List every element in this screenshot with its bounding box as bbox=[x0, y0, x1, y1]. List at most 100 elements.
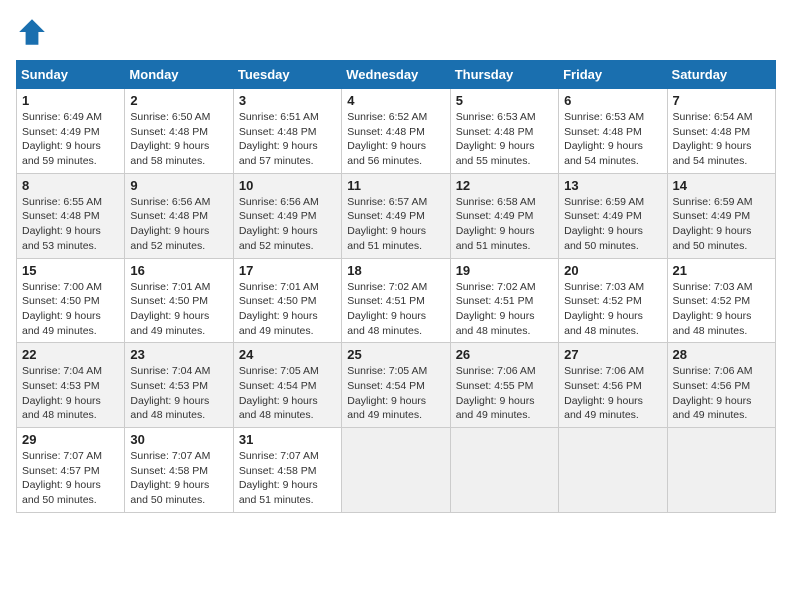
day-cell-14: 14 Sunrise: 6:59 AMSunset: 4:49 PMDayligh… bbox=[667, 173, 775, 258]
day-cell-25: 25Sunrise: 7:05 AMSunset: 4:54 PMDayligh… bbox=[342, 343, 450, 428]
day-info: Sunrise: 7:02 AMSunset: 4:51 PMDaylight:… bbox=[456, 280, 553, 339]
day-info: Sunrise: 6:50 AMSunset: 4:48 PMDaylight:… bbox=[130, 110, 227, 169]
day-info: Sunrise: 6:49 AMSunset: 4:49 PMDaylight:… bbox=[22, 110, 119, 169]
day-info: Sunrise: 7:07 AMSunset: 4:58 PMDaylight:… bbox=[130, 449, 227, 508]
logo bbox=[16, 16, 52, 48]
day-number: 4 bbox=[347, 93, 444, 108]
weekday-header-wednesday: Wednesday bbox=[342, 61, 450, 89]
day-cell-1: 1 Sunrise: 6:49 AMSunset: 4:49 PMDaylight… bbox=[17, 89, 125, 174]
day-number: 27 bbox=[564, 347, 661, 362]
day-number: 19 bbox=[456, 263, 553, 278]
day-cell-2: 2 Sunrise: 6:50 AMSunset: 4:48 PMDaylight… bbox=[125, 89, 233, 174]
day-cell-16: 16 Sunrise: 7:01 AMSunset: 4:50 PMDayligh… bbox=[125, 258, 233, 343]
day-number: 7 bbox=[673, 93, 770, 108]
day-number: 29 bbox=[22, 432, 119, 447]
day-number: 30 bbox=[130, 432, 227, 447]
day-info: Sunrise: 7:06 AMSunset: 4:56 PMDaylight:… bbox=[564, 364, 661, 423]
day-info: Sunrise: 7:01 AMSunset: 4:50 PMDaylight:… bbox=[130, 280, 227, 339]
weekday-header-tuesday: Tuesday bbox=[233, 61, 341, 89]
day-cell-4: 4 Sunrise: 6:52 AMSunset: 4:48 PMDaylight… bbox=[342, 89, 450, 174]
weekday-header-monday: Monday bbox=[125, 61, 233, 89]
day-info: Sunrise: 6:59 AMSunset: 4:49 PMDaylight:… bbox=[673, 195, 770, 254]
day-number: 5 bbox=[456, 93, 553, 108]
day-info: Sunrise: 6:51 AMSunset: 4:48 PMDaylight:… bbox=[239, 110, 336, 169]
day-number: 22 bbox=[22, 347, 119, 362]
day-number: 2 bbox=[130, 93, 227, 108]
day-cell-17: 17 Sunrise: 7:01 AMSunset: 4:50 PMDayligh… bbox=[233, 258, 341, 343]
empty-cell bbox=[450, 428, 558, 513]
day-cell-3: 3 Sunrise: 6:51 AMSunset: 4:48 PMDaylight… bbox=[233, 89, 341, 174]
day-info: Sunrise: 7:00 AMSunset: 4:50 PMDaylight:… bbox=[22, 280, 119, 339]
day-info: Sunrise: 7:06 AMSunset: 4:56 PMDaylight:… bbox=[673, 364, 770, 423]
day-cell-13: 13 Sunrise: 6:59 AMSunset: 4:49 PMDayligh… bbox=[559, 173, 667, 258]
day-cell-12: 12 Sunrise: 6:58 AMSunset: 4:49 PMDayligh… bbox=[450, 173, 558, 258]
day-number: 13 bbox=[564, 178, 661, 193]
day-info: Sunrise: 7:03 AMSunset: 4:52 PMDaylight:… bbox=[673, 280, 770, 339]
day-cell-23: 23 Sunrise: 7:04 AMSunset: 4:53 PMDayligh… bbox=[125, 343, 233, 428]
day-info: Sunrise: 7:05 AMSunset: 4:54 PMDaylight:… bbox=[347, 364, 444, 423]
day-cell-19: 19 Sunrise: 7:02 AMSunset: 4:51 PMDayligh… bbox=[450, 258, 558, 343]
day-number: 8 bbox=[22, 178, 119, 193]
empty-cell bbox=[342, 428, 450, 513]
day-info: Sunrise: 6:53 AMSunset: 4:48 PMDaylight:… bbox=[564, 110, 661, 169]
day-number: 20 bbox=[564, 263, 661, 278]
empty-cell bbox=[667, 428, 775, 513]
day-info: Sunrise: 6:59 AMSunset: 4:49 PMDaylight:… bbox=[564, 195, 661, 254]
day-cell-18: 18Sunrise: 7:02 AMSunset: 4:51 PMDayligh… bbox=[342, 258, 450, 343]
day-number: 23 bbox=[130, 347, 227, 362]
day-info: Sunrise: 6:54 AMSunset: 4:48 PMDaylight:… bbox=[673, 110, 770, 169]
day-number: 21 bbox=[673, 263, 770, 278]
day-number: 24 bbox=[239, 347, 336, 362]
day-cell-27: 27 Sunrise: 7:06 AMSunset: 4:56 PMDayligh… bbox=[559, 343, 667, 428]
day-cell-9: 9 Sunrise: 6:56 AMSunset: 4:48 PMDaylight… bbox=[125, 173, 233, 258]
day-info: Sunrise: 7:07 AMSunset: 4:57 PMDaylight:… bbox=[22, 449, 119, 508]
day-info: Sunrise: 6:52 AMSunset: 4:48 PMDaylight:… bbox=[347, 110, 444, 169]
day-cell-10: 10 Sunrise: 6:56 AMSunset: 4:49 PMDayligh… bbox=[233, 173, 341, 258]
weekday-header-saturday: Saturday bbox=[667, 61, 775, 89]
day-cell-29: 29 Sunrise: 7:07 AMSunset: 4:57 PMDayligh… bbox=[17, 428, 125, 513]
weekday-header-sunday: Sunday bbox=[17, 61, 125, 89]
day-info: Sunrise: 7:05 AMSunset: 4:54 PMDaylight:… bbox=[239, 364, 336, 423]
day-number: 6 bbox=[564, 93, 661, 108]
day-number: 14 bbox=[673, 178, 770, 193]
day-info: Sunrise: 6:55 AMSunset: 4:48 PMDaylight:… bbox=[22, 195, 119, 254]
day-number: 11 bbox=[347, 178, 444, 193]
day-cell-22: 22 Sunrise: 7:04 AMSunset: 4:53 PMDayligh… bbox=[17, 343, 125, 428]
day-cell-6: 6 Sunrise: 6:53 AMSunset: 4:48 PMDaylight… bbox=[559, 89, 667, 174]
day-info: Sunrise: 7:04 AMSunset: 4:53 PMDaylight:… bbox=[22, 364, 119, 423]
day-cell-21: 21 Sunrise: 7:03 AMSunset: 4:52 PMDayligh… bbox=[667, 258, 775, 343]
day-cell-26: 26Sunrise: 7:06 AMSunset: 4:55 PMDayligh… bbox=[450, 343, 558, 428]
day-cell-28: 28 Sunrise: 7:06 AMSunset: 4:56 PMDayligh… bbox=[667, 343, 775, 428]
day-number: 12 bbox=[456, 178, 553, 193]
day-cell-24: 24 Sunrise: 7:05 AMSunset: 4:54 PMDayligh… bbox=[233, 343, 341, 428]
day-number: 17 bbox=[239, 263, 336, 278]
day-number: 26 bbox=[456, 347, 553, 362]
day-number: 9 bbox=[130, 178, 227, 193]
day-cell-30: 30 Sunrise: 7:07 AMSunset: 4:58 PMDayligh… bbox=[125, 428, 233, 513]
day-info: Sunrise: 7:01 AMSunset: 4:50 PMDaylight:… bbox=[239, 280, 336, 339]
empty-cell bbox=[559, 428, 667, 513]
day-number: 3 bbox=[239, 93, 336, 108]
day-cell-15: 15 Sunrise: 7:00 AMSunset: 4:50 PMDayligh… bbox=[17, 258, 125, 343]
day-cell-7: 7 Sunrise: 6:54 AMSunset: 4:48 PMDaylight… bbox=[667, 89, 775, 174]
day-info: Sunrise: 7:02 AMSunset: 4:51 PMDaylight:… bbox=[347, 280, 444, 339]
day-number: 10 bbox=[239, 178, 336, 193]
weekday-header-friday: Friday bbox=[559, 61, 667, 89]
day-cell-20: 20 Sunrise: 7:03 AMSunset: 4:52 PMDayligh… bbox=[559, 258, 667, 343]
day-number: 16 bbox=[130, 263, 227, 278]
header bbox=[16, 16, 776, 48]
weekday-header-thursday: Thursday bbox=[450, 61, 558, 89]
day-info: Sunrise: 7:07 AMSunset: 4:58 PMDaylight:… bbox=[239, 449, 336, 508]
day-cell-8: 8 Sunrise: 6:55 AMSunset: 4:48 PMDaylight… bbox=[17, 173, 125, 258]
day-info: Sunrise: 6:58 AMSunset: 4:49 PMDaylight:… bbox=[456, 195, 553, 254]
day-info: Sunrise: 6:56 AMSunset: 4:49 PMDaylight:… bbox=[239, 195, 336, 254]
calendar: SundayMondayTuesdayWednesdayThursdayFrid… bbox=[16, 60, 776, 513]
day-info: Sunrise: 7:03 AMSunset: 4:52 PMDaylight:… bbox=[564, 280, 661, 339]
day-number: 15 bbox=[22, 263, 119, 278]
day-number: 28 bbox=[673, 347, 770, 362]
day-info: Sunrise: 6:56 AMSunset: 4:48 PMDaylight:… bbox=[130, 195, 227, 254]
day-info: Sunrise: 6:57 AMSunset: 4:49 PMDaylight:… bbox=[347, 195, 444, 254]
day-number: 1 bbox=[22, 93, 119, 108]
day-number: 31 bbox=[239, 432, 336, 447]
day-info: Sunrise: 7:04 AMSunset: 4:53 PMDaylight:… bbox=[130, 364, 227, 423]
